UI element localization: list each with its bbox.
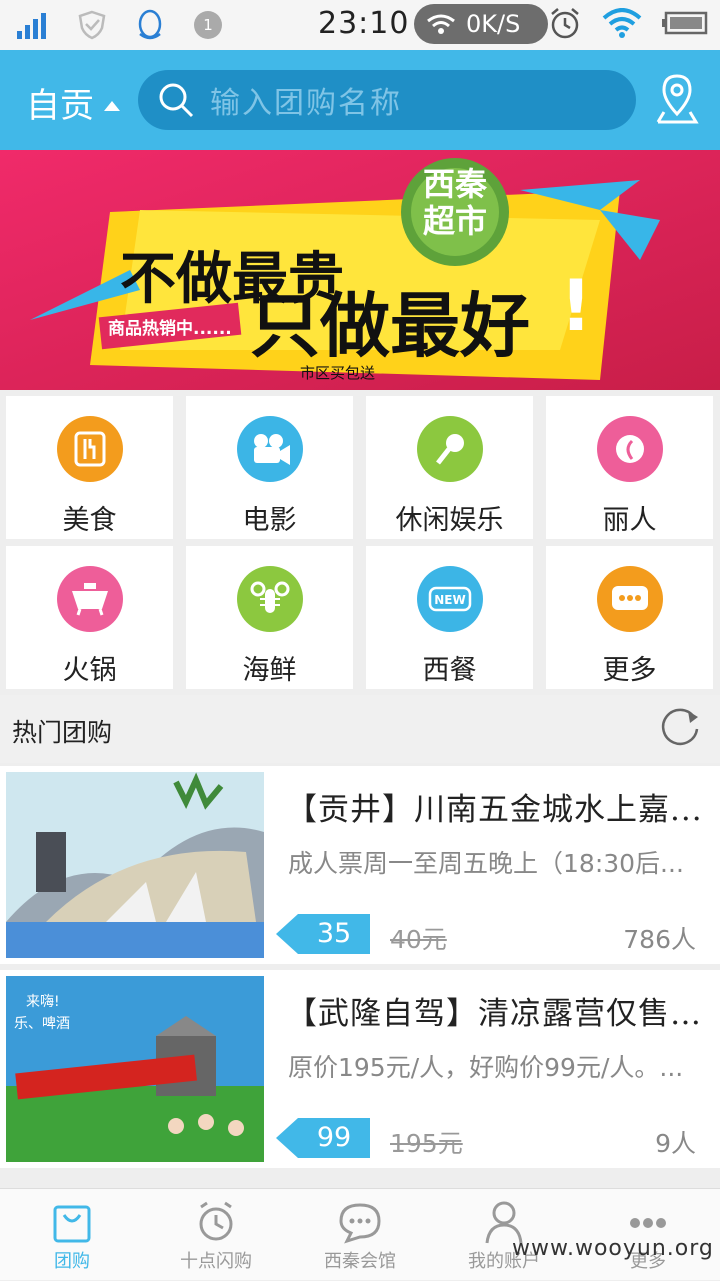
- battery-icon: [662, 10, 708, 40]
- new-icon: NEW: [416, 566, 483, 632]
- category-food[interactable]: 美食: [6, 396, 173, 539]
- category-label: 丽人: [602, 505, 657, 536]
- clock-time: 23:10: [318, 6, 410, 41]
- category-western[interactable]: NEW 西餐: [366, 546, 533, 689]
- svg-text:乐、啤酒: 乐、啤酒: [14, 1016, 70, 1032]
- location-pin-icon[interactable]: [652, 72, 702, 128]
- search-icon: [159, 83, 194, 118]
- lobster-icon: [236, 566, 303, 632]
- badge-line-1: 西秦: [423, 165, 488, 203]
- price-tag: 35: [276, 914, 370, 954]
- category-leisure[interactable]: 休闲娱乐: [366, 396, 533, 539]
- category-label: 休闲娱乐: [395, 505, 504, 536]
- chat-bubble-icon: [339, 1203, 381, 1244]
- deal-price: 35: [316, 918, 352, 949]
- category-seafood[interactable]: 海鲜: [186, 546, 353, 689]
- shield-icon: [72, 8, 112, 42]
- section-title: 热门团购: [12, 718, 113, 747]
- top-header: 自贡 输入团购名称: [0, 50, 720, 150]
- svg-text:1: 1: [203, 16, 213, 34]
- shopping-bag-icon: [53, 1205, 91, 1243]
- banner-exclaim: !: [560, 265, 592, 347]
- more-icon: [596, 566, 663, 632]
- deal-item[interactable]: 来嗨! 乐、啤酒 【武隆自驾】清凉露营仅售9... 原价195元/人，好购价99…: [0, 970, 720, 1168]
- net-speed: 0K/S: [466, 10, 521, 38]
- banner-tag: 商品热销中......: [108, 318, 232, 339]
- movie-camera-icon: [236, 416, 303, 482]
- deal-item[interactable]: 【贡井】川南五金城水上嘉... 成人票周一至周五晚上（18:30后... 35 …: [0, 766, 720, 964]
- badge-line-2: 超市: [423, 202, 487, 240]
- original-price: 40元: [390, 925, 447, 954]
- bottom-tab-bar: 团购 十点闪购 西秦会馆 我的账户 更多: [0, 1188, 720, 1280]
- city-label: 自贡: [26, 86, 94, 126]
- refresh-icon[interactable]: [658, 705, 702, 749]
- deal-title: 【贡井】川南五金城水上嘉...: [286, 792, 703, 828]
- category-label: 西餐: [422, 655, 477, 686]
- search-placeholder: 输入团购名称: [210, 86, 402, 121]
- hotpot-icon: [56, 566, 123, 632]
- original-price: 195元: [390, 1129, 463, 1158]
- tab-label: 团购: [54, 1251, 90, 1272]
- city-selector[interactable]: 自贡: [26, 78, 120, 127]
- deal-title: 【武隆自驾】清凉露营仅售9...: [286, 996, 706, 1032]
- category-movie[interactable]: 电影: [186, 396, 353, 539]
- tab-group-buy[interactable]: 团购: [0, 1189, 144, 1281]
- tab-label: 西秦会馆: [324, 1251, 396, 1272]
- buyer-count: 9人: [655, 1129, 696, 1158]
- food-icon: [56, 416, 123, 482]
- notification-badge: 1: [188, 8, 228, 42]
- banner-footnote: 市区买包送: [300, 364, 375, 382]
- alarm-icon: [548, 6, 582, 44]
- category-hotpot[interactable]: 火锅: [6, 546, 173, 689]
- tab-more[interactable]: 更多: [576, 1189, 720, 1281]
- category-beauty[interactable]: 丽人: [546, 396, 713, 539]
- signal-icon: [14, 8, 54, 42]
- watermark: www.wooyun.org: [512, 1236, 714, 1261]
- tab-flash-sale[interactable]: 十点闪购: [144, 1189, 288, 1281]
- deal-price: 99: [316, 1122, 352, 1153]
- net-speed-pill: 0K/S: [414, 4, 548, 44]
- alarm-clock-icon: [199, 1201, 233, 1241]
- deal-description: 原价195元/人，好购价99元/人。...: [288, 1053, 684, 1082]
- deal-thumbnail: [6, 772, 264, 958]
- wifi-small-icon: [427, 14, 455, 34]
- hot-deals-header: 热门团购: [0, 695, 720, 763]
- svg-text:NEW: NEW: [434, 593, 465, 607]
- tab-account[interactable]: 我的账户: [432, 1189, 576, 1281]
- search-input[interactable]: 输入团购名称: [138, 70, 636, 130]
- deal-thumbnail: 来嗨! 乐、啤酒: [6, 976, 264, 1162]
- dropdown-triangle-icon: [104, 100, 120, 111]
- beauty-icon: [596, 416, 663, 482]
- buyer-count: 786人: [623, 925, 696, 954]
- promo-banner[interactable]: 西秦 超市 不做最贵 商品热销中...... 只做最好 ! 市区买包送: [0, 150, 720, 390]
- microphone-icon: [416, 416, 483, 482]
- wifi-icon: [602, 8, 642, 42]
- category-label: 更多: [602, 655, 657, 686]
- deal-description: 成人票周一至周五晚上（18:30后...: [288, 849, 684, 878]
- category-label: 电影: [242, 505, 297, 536]
- banner-headline-2: 只做最好: [250, 285, 530, 367]
- status-bar: 1 23:10 0K/S: [0, 0, 720, 50]
- tab-club[interactable]: 西秦会馆: [288, 1189, 432, 1281]
- svg-text:来嗨!: 来嗨!: [26, 994, 60, 1010]
- qq-penguin-icon: [130, 8, 170, 42]
- price-tag: 99: [276, 1118, 370, 1158]
- category-more[interactable]: 更多: [546, 546, 713, 689]
- category-label: 火锅: [62, 655, 117, 686]
- category-label: 美食: [62, 505, 117, 536]
- category-label: 海鲜: [242, 655, 297, 686]
- tab-label: 十点闪购: [180, 1251, 252, 1272]
